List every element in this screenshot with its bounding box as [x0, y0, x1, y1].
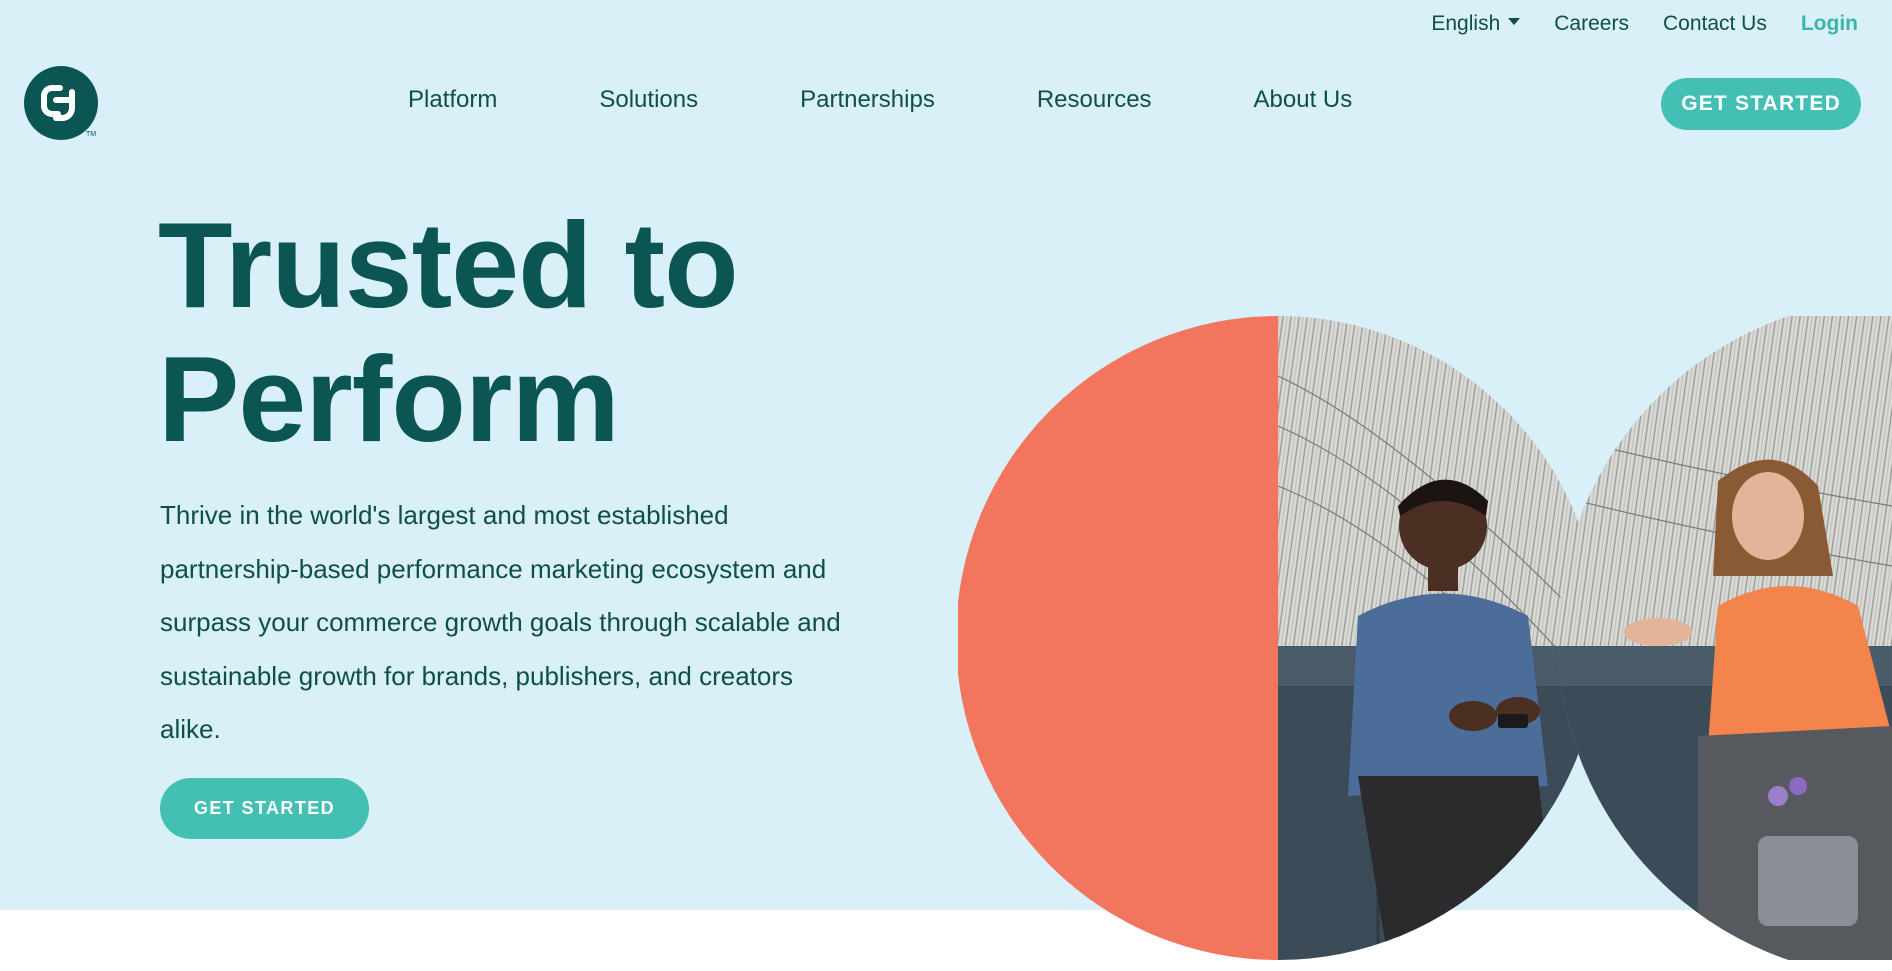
nav-item-resources[interactable]: Resources	[1037, 86, 1152, 114]
nav-item-partnerships[interactable]: Partnerships	[800, 86, 935, 114]
language-selector[interactable]: English	[1431, 12, 1521, 36]
hero-headline: Trusted to Perform	[158, 197, 739, 467]
hero-headline-line2: Perform	[158, 331, 620, 467]
hero-illustration	[958, 316, 1892, 960]
hero-get-started-button[interactable]: GET STARTED	[160, 778, 369, 839]
language-label: English	[1431, 12, 1501, 35]
nav-item-about-us[interactable]: About Us	[1254, 86, 1353, 114]
cj-logo-icon	[41, 85, 75, 121]
login-link[interactable]: Login	[1801, 12, 1858, 36]
hero-headline-line1: Trusted to	[158, 197, 739, 333]
hero-image	[958, 316, 1892, 960]
cj-logo[interactable]	[24, 66, 98, 140]
utility-nav: English Careers Contact Us Login	[1431, 12, 1858, 36]
hero-body-text: Thrive in the world's largest and most e…	[160, 500, 841, 744]
main-nav: Platform Solutions Partnerships Resource…	[408, 86, 1352, 114]
careers-link[interactable]: Careers	[1554, 12, 1629, 36]
nav-item-solutions[interactable]: Solutions	[599, 86, 698, 114]
caret-down-icon	[1508, 17, 1521, 25]
nav-item-platform[interactable]: Platform	[408, 86, 497, 114]
contact-link[interactable]: Contact Us	[1663, 12, 1767, 36]
header-get-started-button[interactable]: GET STARTED	[1661, 78, 1861, 130]
trademark-mark: TM	[86, 131, 97, 138]
